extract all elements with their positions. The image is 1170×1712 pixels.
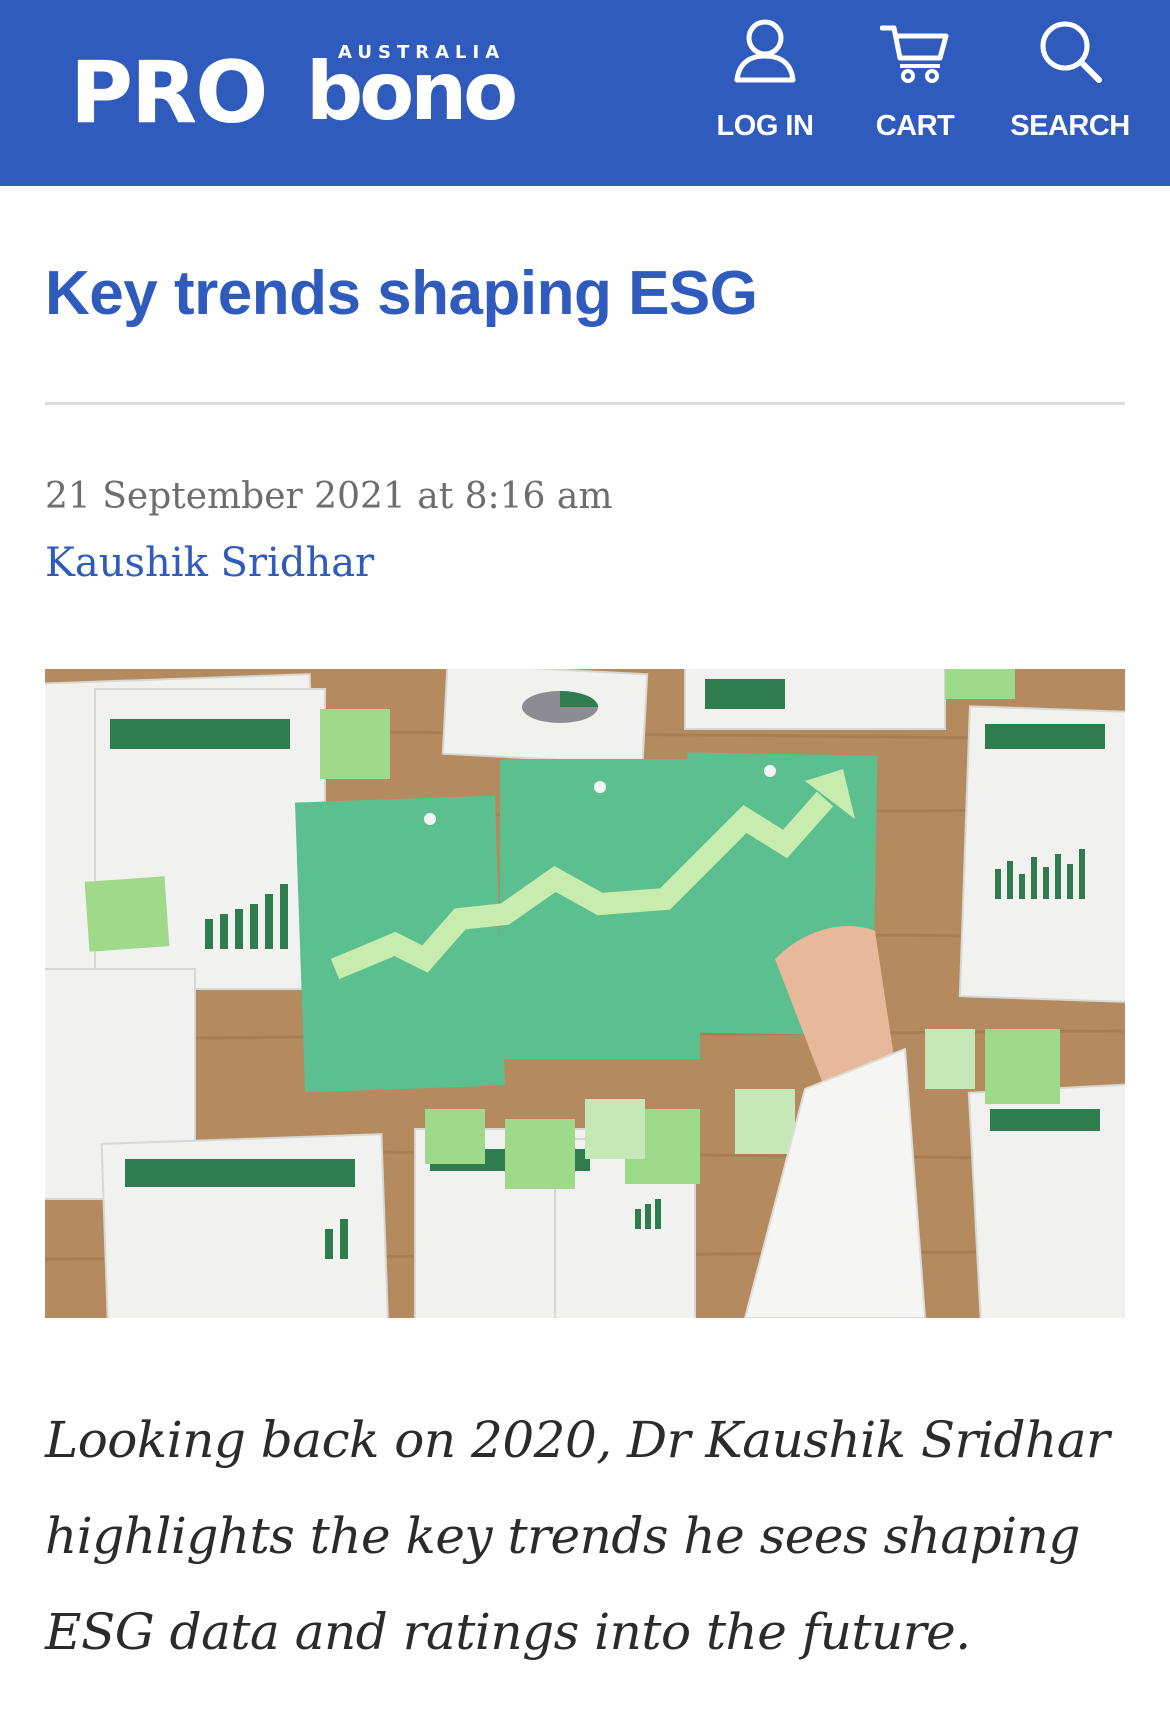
title-divider [45,402,1125,405]
cart-icon [880,25,949,83]
hero-illustration [45,669,1125,1318]
article-date: 21 September 2021 at 8:16 am [45,476,613,517]
search-label: SEARCH [1010,110,1130,142]
search-button[interactable]: SEARCH [1000,18,1140,143]
logo-pro-text: PRO [70,43,268,143]
search-icon [1040,21,1102,83]
user-icon [734,19,796,83]
cart-button[interactable]: CART [860,18,970,143]
hero-image [45,669,1125,1318]
article-title: Key trends shaping ESG [45,259,758,328]
cart-label: CART [875,110,955,142]
author-link[interactable]: Kaushik Sridhar [45,540,374,586]
logo-bono-text: bono [306,45,518,138]
site-header: PRO AUSTRALIA bono LOG IN CART SEARCH [0,0,1170,186]
article-lead: Looking back on 2020, Dr Kaushik Sridhar… [45,1411,1110,1661]
login-button[interactable]: LOG IN [710,18,820,143]
login-label: LOG IN [716,110,814,142]
probono-logo[interactable]: PRO AUSTRALIA bono [70,42,540,142]
